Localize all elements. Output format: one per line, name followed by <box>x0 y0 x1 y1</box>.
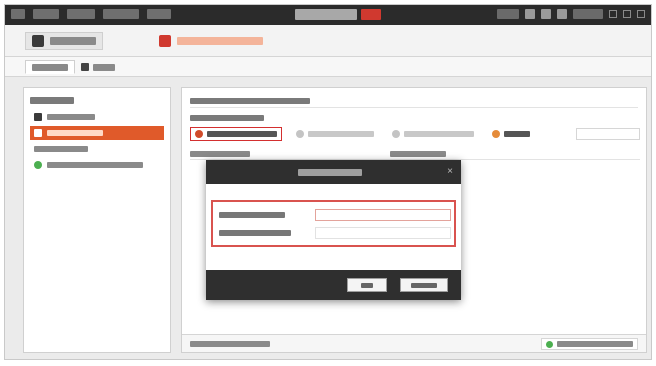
tab-label <box>50 37 96 45</box>
text-field[interactable] <box>315 227 451 239</box>
form-row <box>219 226 451 240</box>
close-icon[interactable] <box>637 10 645 18</box>
field-label <box>219 230 291 236</box>
add-device-dialog: × <box>206 160 461 300</box>
sidebar-item-label <box>47 130 103 136</box>
device-icon <box>34 129 42 137</box>
clock-text <box>573 9 603 19</box>
main-footer <box>182 334 646 352</box>
add-icon <box>195 130 203 138</box>
panel-icon <box>159 35 171 47</box>
action-button[interactable] <box>292 127 378 141</box>
main-subheader <box>190 112 638 124</box>
minimize-icon[interactable] <box>609 10 617 18</box>
tab-label <box>177 37 263 45</box>
user-icon[interactable] <box>525 9 535 19</box>
table-header <box>190 148 640 160</box>
menu-item[interactable] <box>11 9 25 19</box>
form-row <box>219 208 451 222</box>
subtab-label <box>93 63 115 71</box>
monitor-icon[interactable] <box>541 9 551 19</box>
sub-tabs <box>5 57 651 77</box>
document-icon <box>32 35 44 47</box>
action-label <box>404 131 474 137</box>
main-header <box>190 94 638 108</box>
app-version <box>361 9 381 20</box>
tab-device-management[interactable] <box>25 32 103 50</box>
group-icon <box>81 63 89 71</box>
export-icon <box>492 130 500 138</box>
menu-item[interactable] <box>33 9 59 19</box>
top-menubar <box>5 5 651 25</box>
dialog-body <box>206 184 461 270</box>
main-menu <box>11 9 171 19</box>
footer-action-button[interactable] <box>541 338 638 350</box>
add-device-button[interactable] <box>190 127 282 141</box>
sidebar <box>23 87 171 353</box>
dialog-title <box>298 169 362 176</box>
sidebar-title <box>30 94 164 106</box>
menu-item[interactable] <box>103 9 139 19</box>
status-cluster <box>497 9 645 19</box>
subtab-label <box>32 63 68 71</box>
app-window: × <box>4 4 652 360</box>
column-header[interactable] <box>390 151 446 157</box>
field-label <box>219 212 285 218</box>
generic-icon <box>296 130 304 138</box>
footer-text <box>190 341 270 347</box>
export-button[interactable] <box>488 127 534 141</box>
ok-label <box>361 282 373 288</box>
action-bar <box>190 126 640 142</box>
sidebar-item-selected[interactable] <box>30 126 164 140</box>
cancel-label <box>411 282 437 288</box>
action-label <box>308 131 374 137</box>
tool-tabs <box>5 25 651 57</box>
sidebar-title-text <box>30 96 74 104</box>
app-brand <box>295 9 381 20</box>
dialog-footer <box>206 270 461 300</box>
add-device-label <box>207 131 277 137</box>
sidebar-item-add[interactable] <box>30 158 164 172</box>
status-text <box>497 9 519 19</box>
column-header[interactable] <box>190 151 250 157</box>
menu-item[interactable] <box>147 9 171 19</box>
subtab-devices[interactable] <box>25 60 75 74</box>
refresh-icon <box>546 340 553 348</box>
menu-item[interactable] <box>67 9 95 19</box>
generic-icon <box>392 130 400 138</box>
subtab-groups[interactable] <box>75 60 121 74</box>
dialog-titlebar: × <box>206 160 461 184</box>
device-icon <box>34 113 42 121</box>
sidebar-item-label <box>47 162 143 168</box>
main-header-text <box>190 97 310 104</box>
main-subheader-text <box>190 115 264 121</box>
app-title <box>295 9 357 20</box>
sidebar-item-label <box>34 146 88 152</box>
add-icon <box>34 161 42 169</box>
text-field[interactable] <box>315 209 451 221</box>
export-label <box>504 131 530 137</box>
sidebar-item-other[interactable] <box>30 142 164 156</box>
close-icon[interactable]: × <box>445 167 455 177</box>
lock-icon[interactable] <box>557 9 567 19</box>
cancel-button[interactable] <box>400 278 448 292</box>
action-button[interactable] <box>388 127 478 141</box>
footer-action-label <box>557 341 633 347</box>
maximize-icon[interactable] <box>623 10 631 18</box>
sidebar-item-label <box>47 114 95 120</box>
tab-secondary[interactable] <box>153 32 269 50</box>
sidebar-item-devices[interactable] <box>30 110 164 124</box>
ok-button[interactable] <box>347 278 387 292</box>
search-input[interactable] <box>576 128 640 140</box>
highlighted-form <box>211 200 456 247</box>
